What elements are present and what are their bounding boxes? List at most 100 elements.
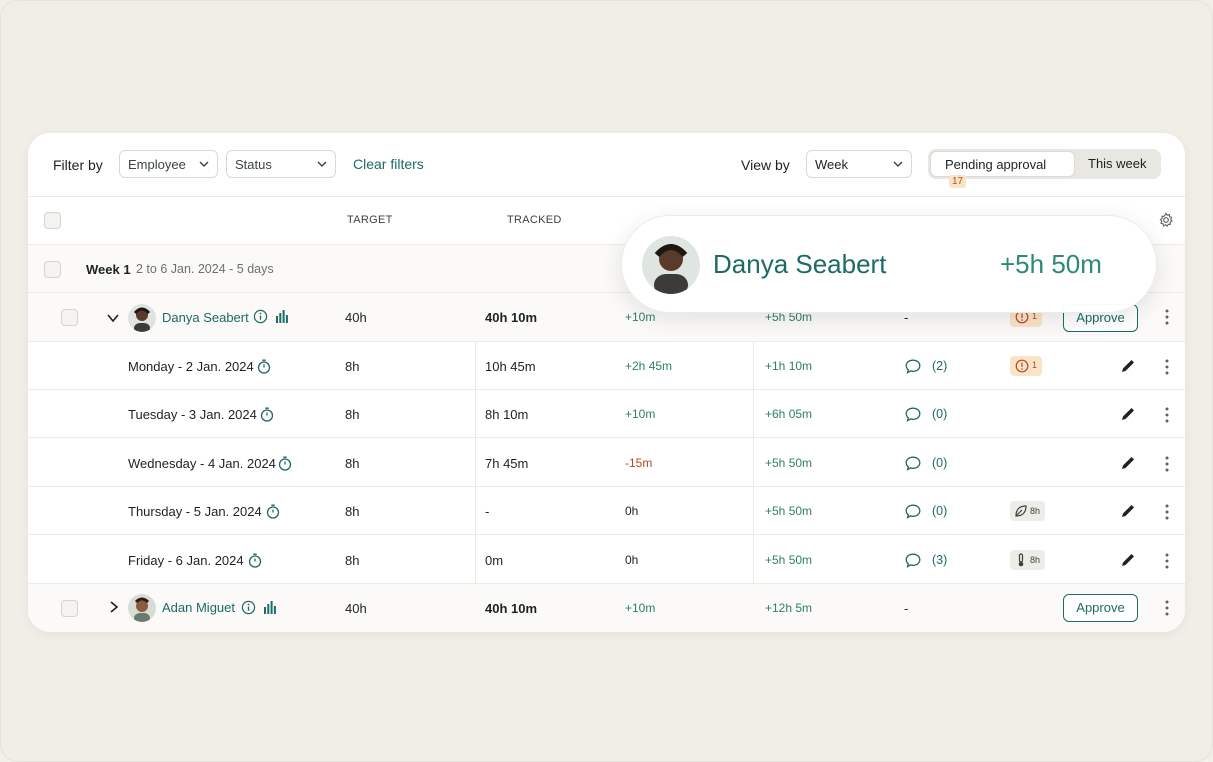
select-all-checkbox[interactable] <box>44 212 61 229</box>
status-select[interactable]: Status <box>226 150 336 178</box>
day-balance: +5h 50m <box>765 504 813 518</box>
status-select-label: Status <box>235 157 272 172</box>
timesheet-card: Filter by Employee Status Clear filters … <box>28 133 1185 632</box>
pending-approval-label: Pending approval <box>945 157 1047 172</box>
filter-by-label: Filter by <box>53 157 103 173</box>
comment-icon[interactable] <box>905 407 921 422</box>
alert-icon <box>1015 359 1029 373</box>
stopwatch-icon[interactable] <box>260 407 274 422</box>
week-checkbox[interactable] <box>44 261 61 278</box>
day-tracked: 0m <box>485 553 504 568</box>
day-label: Monday - 2 Jan. 2024 <box>128 359 254 374</box>
chevron-down-icon <box>199 161 209 167</box>
chevron-down-icon <box>893 161 903 167</box>
absence-chip[interactable]: 8h <box>1010 501 1045 521</box>
tracked-column-header: TRACKED <box>507 214 562 226</box>
day-target: 8h <box>345 359 360 374</box>
approve-button[interactable]: Approve <box>1063 594 1138 622</box>
day-balance: +5h 50m <box>765 456 813 470</box>
more-icon[interactable] <box>1165 309 1169 325</box>
more-icon[interactable] <box>1165 553 1169 569</box>
day-comment-count[interactable]: (0) <box>932 456 947 470</box>
thermometer-icon <box>1018 553 1024 567</box>
filter-bar: Filter by Employee Status Clear filters … <box>28 133 1185 197</box>
day-diff: 0h <box>625 504 639 518</box>
more-icon[interactable] <box>1165 504 1169 520</box>
employee-checkbox[interactable] <box>61 600 78 617</box>
day-target: 8h <box>345 456 360 471</box>
stopwatch-icon[interactable] <box>257 359 271 374</box>
stopwatch-icon[interactable] <box>266 504 280 519</box>
view-by-label: View by <box>741 157 790 173</box>
day-tracked: 8h 10m <box>485 407 529 422</box>
warning-badge[interactable]: 1 <box>1010 356 1042 376</box>
employee-name[interactable]: Adan Miguet <box>162 600 235 615</box>
employee-balance-popover: Danya Seabert +5h 50m <box>621 215 1157 313</box>
day-target: 8h <box>345 504 360 519</box>
day-comment-count[interactable]: (2) <box>932 359 947 373</box>
stopwatch-icon[interactable] <box>278 456 292 471</box>
chevron-down-icon[interactable] <box>107 313 119 323</box>
target-column-header: TARGET <box>347 214 393 226</box>
day-balance: +5h 50m <box>765 553 813 567</box>
employee-name[interactable]: Danya Seabert <box>162 310 249 325</box>
warning-count: 1 <box>1032 360 1038 370</box>
leaf-icon <box>1015 505 1027 517</box>
absence-hours: 8h <box>1030 555 1041 565</box>
avatar <box>642 236 700 294</box>
popover-balance: +5h 50m <box>1000 249 1102 279</box>
avatar <box>128 304 156 332</box>
employee-comments: - <box>904 601 909 616</box>
stopwatch-icon[interactable] <box>248 553 262 568</box>
more-icon[interactable] <box>1165 600 1169 616</box>
employee-select[interactable]: Employee <box>119 150 218 178</box>
comment-icon[interactable] <box>905 553 921 568</box>
comment-icon[interactable] <box>905 359 921 374</box>
edit-pencil-icon[interactable] <box>1120 455 1136 471</box>
day-label: Thursday - 5 Jan. 2024 <box>128 504 262 519</box>
day-target: 8h <box>345 553 360 568</box>
edit-pencil-icon[interactable] <box>1120 358 1136 374</box>
day-diff: -15m <box>625 456 653 470</box>
employee-diff: +10m <box>625 601 656 615</box>
avatar <box>128 594 156 622</box>
day-comment-count[interactable]: (0) <box>932 504 947 518</box>
day-diff: +2h 45m <box>625 359 673 373</box>
day-target: 8h <box>345 407 360 422</box>
day-tracked: - <box>485 504 490 519</box>
comment-icon[interactable] <box>905 504 921 519</box>
day-label: Tuesday - 3 Jan. 2024 <box>128 407 257 422</box>
employee-checkbox[interactable] <box>61 309 78 326</box>
info-icon[interactable] <box>253 309 268 324</box>
week-range: 2 to 6 Jan. 2024 - 5 days <box>136 262 274 276</box>
edit-pencil-icon[interactable] <box>1120 552 1136 568</box>
day-diff: 0h <box>625 553 639 567</box>
clear-filters-link[interactable]: Clear filters <box>353 156 424 172</box>
employee-balance: +12h 5m <box>765 601 813 615</box>
more-icon[interactable] <box>1165 456 1169 472</box>
popover-name: Danya Seabert <box>713 249 887 279</box>
pending-approval-tab[interactable]: Pending approval 17 <box>930 151 1075 188</box>
day-tracked: 10h 45m <box>485 359 536 374</box>
day-label: Friday - 6 Jan. 2024 <box>128 553 244 568</box>
view-by-select[interactable]: Week <box>806 150 912 178</box>
info-icon[interactable] <box>241 600 256 615</box>
bar-chart-icon[interactable] <box>264 601 276 614</box>
comment-icon[interactable] <box>905 456 921 471</box>
employee-target: 40h <box>345 601 367 616</box>
chevron-right-icon[interactable] <box>109 601 119 613</box>
absence-chip[interactable]: 8h <box>1010 550 1045 570</box>
bar-chart-icon[interactable] <box>276 310 288 323</box>
this-week-tab[interactable]: This week <box>1088 156 1147 171</box>
more-icon[interactable] <box>1165 407 1169 423</box>
view-by-select-label: Week <box>815 157 848 172</box>
day-comment-count[interactable]: (3) <box>932 553 947 567</box>
edit-pencil-icon[interactable] <box>1120 503 1136 519</box>
gear-icon[interactable] <box>1158 212 1174 228</box>
day-diff: +10m <box>625 407 656 421</box>
day-label: Wednesday - 4 Jan. 2024 <box>128 456 276 471</box>
edit-pencil-icon[interactable] <box>1120 406 1136 422</box>
chevron-down-icon <box>317 161 327 167</box>
day-comment-count[interactable]: (0) <box>932 407 947 421</box>
more-icon[interactable] <box>1165 359 1169 375</box>
